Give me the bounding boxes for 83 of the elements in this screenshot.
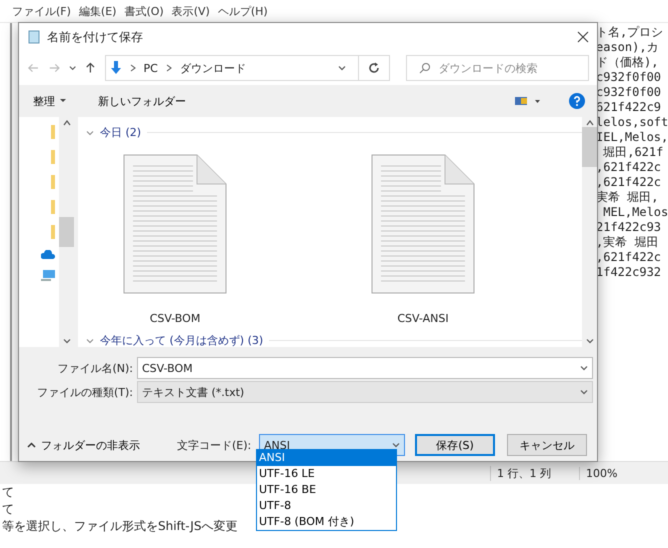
text-line: 21f422c93 bbox=[596, 220, 662, 235]
computer-icon bbox=[41, 270, 55, 282]
breadcrumb[interactable]: PC bbox=[144, 62, 158, 74]
refresh-icon bbox=[368, 62, 380, 74]
text-line: MEL,Melos bbox=[602, 205, 668, 220]
chevron-icon bbox=[86, 336, 94, 344]
refresh-button[interactable] bbox=[358, 55, 390, 81]
hide-folders-button[interactable]: フォルダーの非表示 bbox=[27, 438, 177, 452]
group-header[interactable]: 今日 (2) bbox=[86, 125, 582, 140]
forward-arrow-icon[interactable] bbox=[48, 61, 60, 75]
text-line: ,621f422c bbox=[596, 175, 662, 190]
search-icon bbox=[418, 62, 431, 74]
view-icon[interactable] bbox=[515, 96, 541, 106]
chevron-down-icon bbox=[586, 337, 594, 345]
text-line: ,621f422c bbox=[596, 160, 662, 175]
chevron-up-icon bbox=[586, 119, 594, 127]
text-line: ,621f422c bbox=[596, 250, 662, 265]
caret-icon bbox=[60, 99, 66, 103]
page-text: 等を選択し、ファイル形式をShift-JSへ変更 bbox=[2, 518, 238, 535]
chevron-up-icon bbox=[27, 442, 36, 448]
page-text: て bbox=[2, 484, 14, 501]
chevron-right-icon bbox=[166, 64, 172, 72]
cloud-icon bbox=[41, 250, 55, 259]
field-label: ファイル名(N): bbox=[56, 360, 133, 376]
document-icon bbox=[371, 154, 475, 294]
chevron-down-icon bbox=[68, 64, 76, 72]
menu-item[interactable]: 編集(E) bbox=[78, 4, 116, 18]
file-name-field[interactable]: CSV-BOM bbox=[137, 357, 593, 379]
chevron-right-icon bbox=[130, 64, 136, 72]
folder-icon bbox=[51, 225, 55, 239]
status-text: 1 行、1 列 bbox=[490, 466, 579, 480]
close-icon[interactable] bbox=[577, 31, 589, 43]
text-line: IEL,Melos, bbox=[596, 130, 668, 145]
chevron-down-icon bbox=[580, 388, 588, 396]
chevron-icon bbox=[86, 128, 94, 136]
page-text: て bbox=[2, 501, 14, 518]
window-title: 名前を付けて保存 bbox=[47, 28, 144, 46]
file-type-dropdown[interactable]: テキスト文書 (*.txt) bbox=[137, 381, 593, 403]
text-line: ト名,プロシ bbox=[596, 25, 664, 40]
folder-icon bbox=[51, 125, 55, 139]
cancel-button[interactable]: キャンセル bbox=[507, 434, 587, 456]
notepad-icon bbox=[27, 30, 41, 44]
folder-icon bbox=[51, 200, 55, 214]
menu-item[interactable]: 書式(O) bbox=[124, 4, 164, 18]
text-line: 621f422c9 bbox=[596, 100, 662, 115]
text-line: lelos,soft bbox=[596, 115, 668, 130]
menu-item[interactable]: ファイル(F) bbox=[12, 4, 71, 18]
chevron-down-icon bbox=[338, 64, 346, 72]
text-line: 1f422c932 bbox=[596, 265, 662, 280]
text-line: ,実希 堀田 bbox=[596, 235, 660, 250]
field-label: ファイルの種類(T): bbox=[36, 384, 133, 400]
field-label: 文字コード(E): bbox=[177, 438, 252, 452]
address-bar[interactable]: PC ダウンロード bbox=[104, 55, 359, 81]
save-button[interactable]: 保存(S) bbox=[415, 434, 495, 456]
dropdown-option[interactable]: ANSI bbox=[257, 450, 396, 466]
file-name[interactable]: CSV-ANSI bbox=[397, 312, 449, 325]
status-text: 100% bbox=[579, 466, 668, 480]
chevron-down-icon bbox=[62, 337, 70, 345]
up-arrow-icon[interactable] bbox=[84, 61, 97, 75]
menu-item[interactable]: ヘルプ(H) bbox=[218, 4, 268, 18]
file-name[interactable]: CSV-BOM bbox=[150, 312, 200, 325]
text-line: c932f0f00 bbox=[596, 70, 662, 85]
download-arrow-icon bbox=[110, 61, 122, 75]
chevron-down-icon bbox=[392, 441, 400, 449]
menu-item[interactable]: 表示(V) bbox=[172, 4, 210, 18]
help-icon[interactable] bbox=[569, 93, 585, 109]
chevron-down-icon bbox=[580, 364, 588, 372]
folder-icon bbox=[51, 150, 55, 164]
scroll-thumb[interactable] bbox=[582, 127, 597, 167]
new-folder-button[interactable]: 新しいフォルダー bbox=[96, 92, 188, 110]
text-line: ド（価格), bbox=[596, 55, 660, 70]
search-field[interactable]: ダウンロードの検索 bbox=[406, 55, 589, 81]
text-line: eason),カ bbox=[596, 40, 660, 55]
text-line: c932f0f00 bbox=[596, 85, 662, 100]
breadcrumb[interactable]: ダウンロード bbox=[180, 60, 246, 76]
scroll-thumb[interactable] bbox=[59, 217, 74, 247]
organize-button[interactable]: 整理 bbox=[31, 92, 68, 110]
group-header[interactable]: 今年に入って (今月は含めず) (3) bbox=[86, 333, 582, 348]
chevron-up-icon bbox=[62, 119, 70, 127]
text-line: 堀田,621f bbox=[602, 145, 664, 160]
back-arrow-icon[interactable] bbox=[27, 61, 40, 75]
folder-icon bbox=[51, 175, 55, 189]
document-icon bbox=[123, 154, 227, 294]
